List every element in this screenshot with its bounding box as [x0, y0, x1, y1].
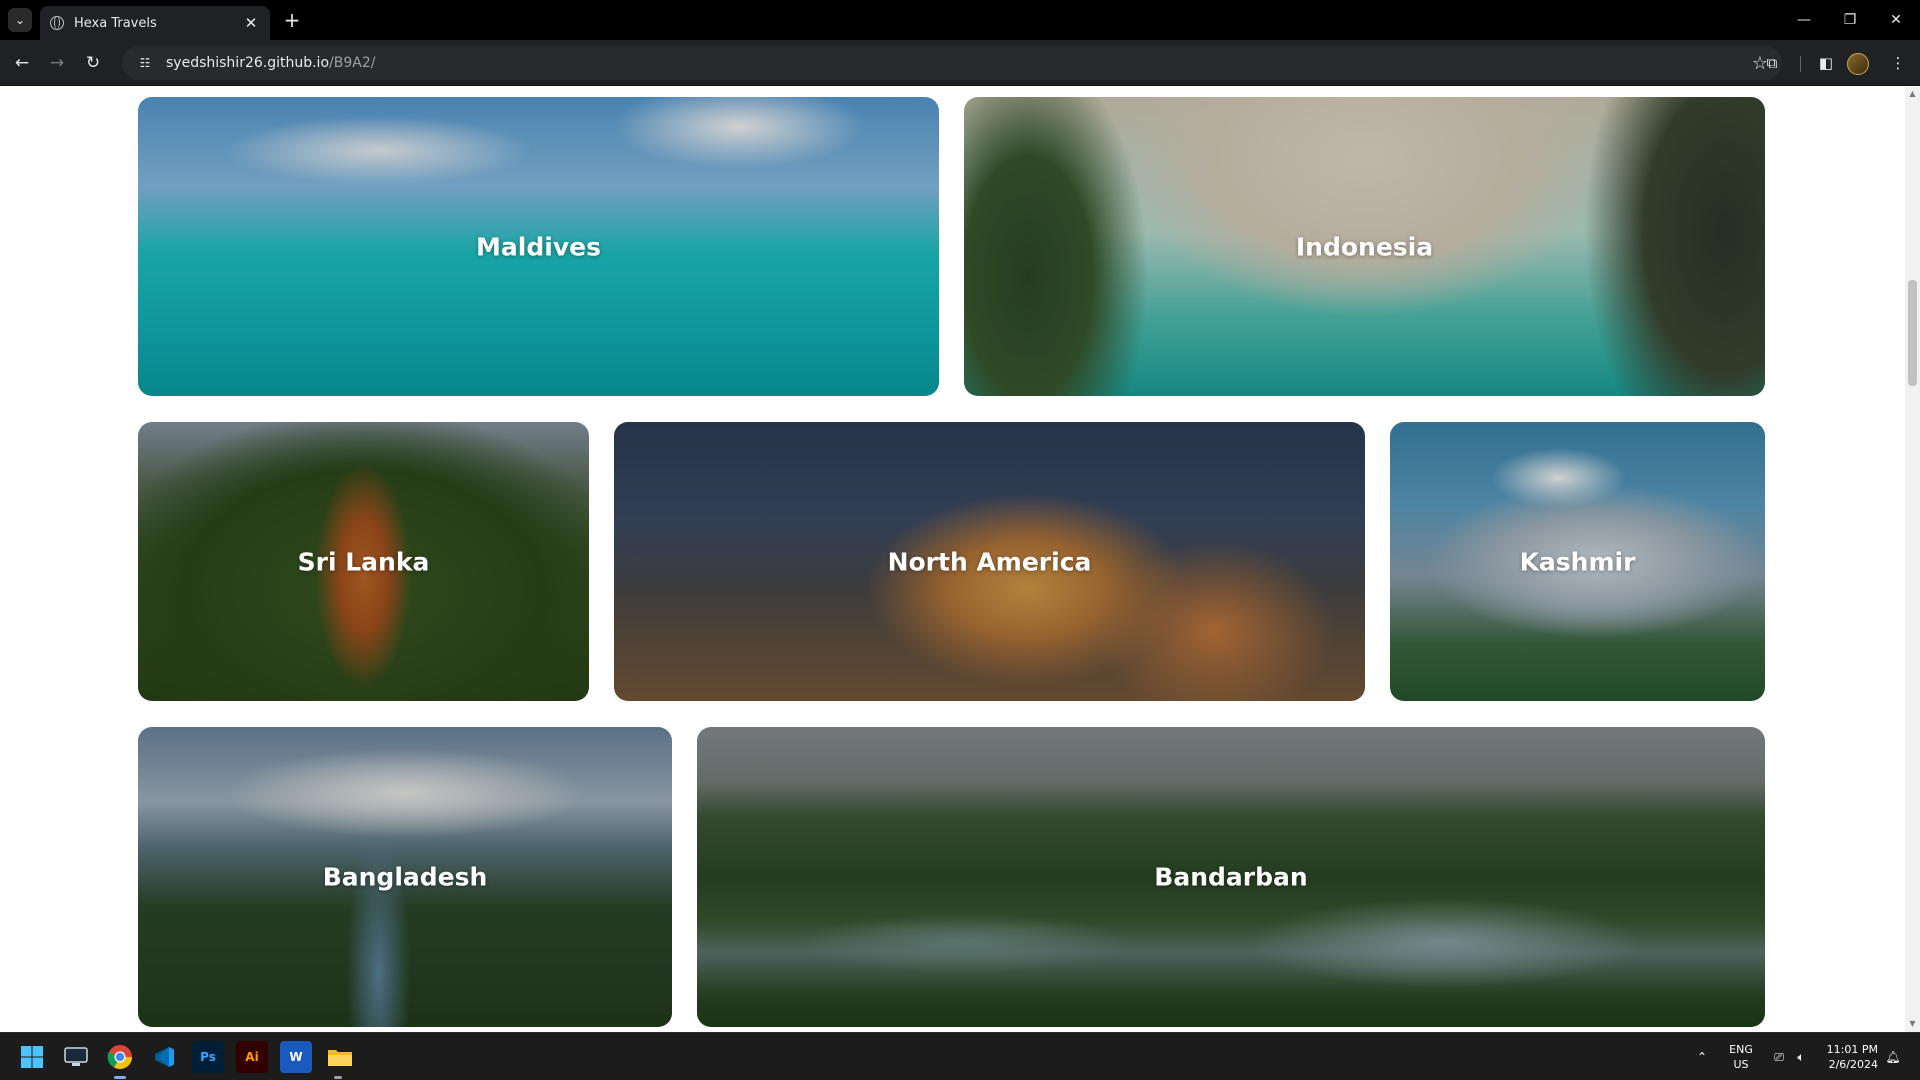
destination-card-bandarban[interactable]: Bandarban [697, 727, 1765, 1027]
reload-icon[interactable]: ↻ [79, 49, 107, 77]
new-tab-button[interactable]: + [280, 8, 304, 32]
language-code: ENG [1729, 1043, 1753, 1056]
destination-card-north-america[interactable]: North America [614, 422, 1365, 701]
profile-avatar[interactable] [1847, 53, 1869, 75]
destination-name: Bangladesh [322, 862, 488, 892]
network-icon[interactable]: ⎚ [1770, 1033, 1788, 1080]
terminal-icon[interactable] [60, 1041, 92, 1073]
minimize-icon[interactable]: — [1781, 0, 1827, 40]
system-clock[interactable]: 11:01 PM 2/6/2024 [1818, 1042, 1878, 1072]
windows-start-icon[interactable] [16, 1041, 48, 1073]
notification-bell-icon[interactable]: 🔔︎ [1884, 1033, 1902, 1080]
destination-card-kashmir[interactable]: Kashmir [1390, 422, 1765, 701]
vscode-icon[interactable] [148, 1041, 180, 1073]
windows-taskbar: Ps Ai W ⌃ ENG US ⎚ 🔈︎ 11:01 PM 2/6/2024 … [0, 1032, 1920, 1080]
tab-search-icon[interactable]: ⌄ [8, 8, 32, 32]
destination-name: Maldives [476, 232, 601, 261]
illustrator-icon[interactable]: Ai [236, 1041, 268, 1073]
monitor-icon [64, 1047, 88, 1066]
address-bar[interactable]: ☷ syedshishir26.github.io/B9A2/ ☆ [122, 46, 1782, 80]
region-code: US [1733, 1058, 1749, 1071]
tab-hexa-travels[interactable]: Hexa Travels ✕ [40, 6, 270, 40]
destination-card-indonesia[interactable]: Indonesia [964, 97, 1765, 396]
extensions-icon[interactable]: ⧉ [1758, 49, 1786, 77]
toolbar-divider [1800, 56, 1801, 72]
photoshop-icon[interactable]: Ps [192, 1041, 224, 1073]
page-scrollbar[interactable]: ▲ ▼ [1905, 87, 1920, 1032]
browser-toolbar: ← → ↻ ☷ syedshishir26.github.io/B9A2/ ☆ … [0, 40, 1920, 86]
destination-name: Bandarban [1154, 862, 1308, 892]
site-info-icon[interactable]: ☷ [136, 54, 154, 72]
volume-icon[interactable]: 🔈︎ [1792, 1033, 1810, 1080]
side-panel-icon[interactable]: ◧ [1812, 49, 1840, 77]
url-host: syedshishir26.github.io [166, 55, 330, 71]
forward-arrow-icon[interactable]: → [43, 49, 71, 77]
scroll-down-icon[interactable]: ▼ [1908, 1019, 1917, 1028]
tray-overflow-chevron-icon[interactable]: ⌃ [1694, 1033, 1710, 1080]
clock-date: 2/6/2024 [1828, 1058, 1878, 1071]
destination-name: Sri Lanka [297, 547, 430, 576]
menu-dots-icon[interactable]: ⋮ [1884, 49, 1912, 77]
page-viewport: Maldives Indonesia Sri Lanka North Ameri… [0, 87, 1905, 1032]
destination-name: North America [887, 547, 1092, 576]
word-icon[interactable]: W [280, 1041, 312, 1073]
scroll-thumb[interactable] [1908, 280, 1917, 386]
url-path: /B9A2/ [329, 55, 376, 71]
window-close-icon[interactable]: ✕ [1873, 0, 1919, 40]
chrome-logo-icon [107, 1045, 132, 1070]
restore-icon[interactable]: ❐ [1827, 0, 1873, 40]
destination-card-maldives[interactable]: Maldives [138, 97, 939, 396]
close-icon[interactable]: ✕ [242, 14, 260, 32]
back-arrow-icon[interactable]: ← [8, 49, 36, 77]
destination-name: Kashmir [1519, 547, 1636, 576]
destination-card-sri-lanka[interactable]: Sri Lanka [138, 422, 589, 701]
chrome-active-indicator [114, 1076, 126, 1079]
clock-time: 11:01 PM [1826, 1043, 1878, 1056]
tab-bar: ⌄ Hexa Travels ✕ + — ❐ ✕ [0, 0, 1920, 40]
tab-title: Hexa Travels [74, 15, 157, 31]
input-language[interactable]: ENG US [1727, 1042, 1755, 1072]
folder-icon [328, 1050, 352, 1066]
windows-logo-icon [21, 1046, 43, 1068]
destination-name: Indonesia [1295, 232, 1434, 261]
explorer-open-indicator [334, 1076, 342, 1079]
destination-card-bangladesh[interactable]: Bangladesh [138, 727, 672, 1027]
file-explorer-icon[interactable] [324, 1041, 356, 1073]
chrome-icon[interactable] [104, 1041, 136, 1073]
scroll-up-icon[interactable]: ▲ [1908, 89, 1917, 98]
globe-icon [50, 16, 64, 30]
vscode-logo-icon [155, 1047, 174, 1067]
